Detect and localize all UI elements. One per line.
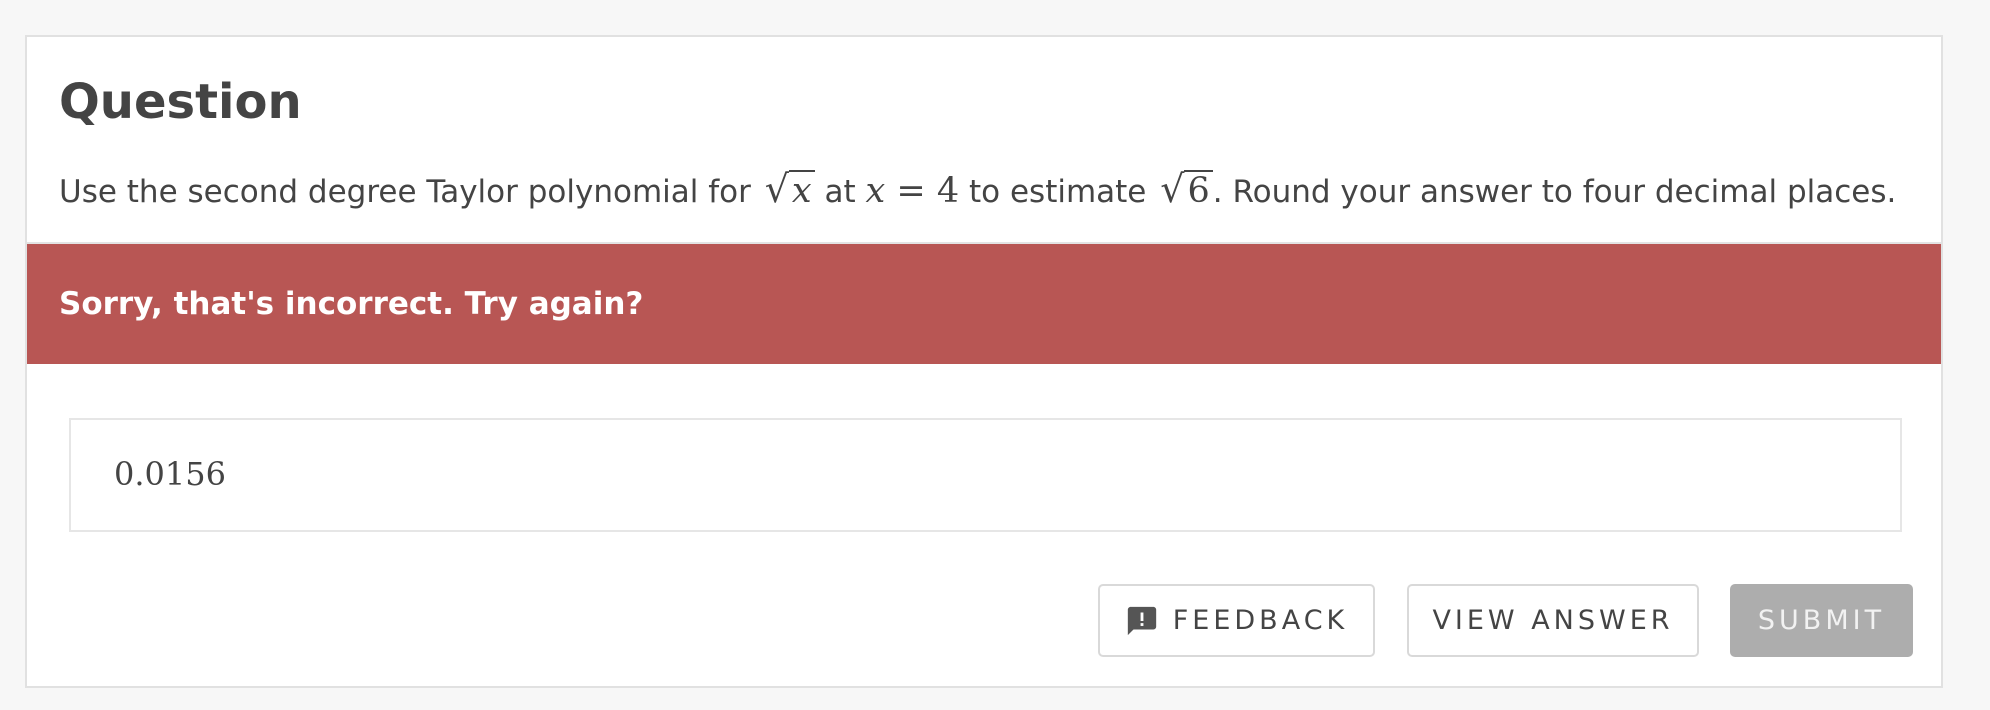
feedback-icon [1127,606,1156,635]
feedback-button[interactable]: FEEDBACK [1098,584,1375,657]
feedback-button-label: FEEDBACK [1172,605,1349,636]
question-text-part1: Use the second degree Taylor polynomial … [59,174,761,210]
equation-value: 4 [936,171,960,211]
submit-button[interactable]: SUBMIT [1730,584,1913,657]
question-text-part3: to estimate [959,174,1157,210]
question-text: Use the second degree Taylor polynomial … [59,165,1896,216]
feedback-message: Sorry, that's incorrect. Try again? [59,286,644,322]
equation-sign: = [885,171,937,211]
submit-button-label: SUBMIT [1757,605,1886,636]
view-answer-button[interactable]: VIEW ANSWER [1407,584,1699,657]
question-header: Question Use the second degree Taylor po… [27,37,1941,244]
answer-input[interactable]: 0.0156 [69,418,1902,532]
sqrt-6-expression: √6 [1156,165,1213,216]
sqrt-6-radicand: 6 [1184,170,1213,210]
question-card: Question Use the second degree Taylor po… [25,35,1943,688]
sqrt-x-radicand: x [788,170,815,210]
sqrt-x-expression: √x [761,165,815,216]
view-answer-button-label: VIEW ANSWER [1432,605,1674,636]
question-title: Question [59,74,302,130]
equation-variable: x [865,171,886,211]
incorrect-feedback-banner: Sorry, that's incorrect. Try again? [27,244,1941,364]
answer-value: 0.0156 [114,455,226,493]
question-text-part2: at [814,174,866,210]
question-text-part4: . Round your answer to four decimal plac… [1212,174,1897,210]
